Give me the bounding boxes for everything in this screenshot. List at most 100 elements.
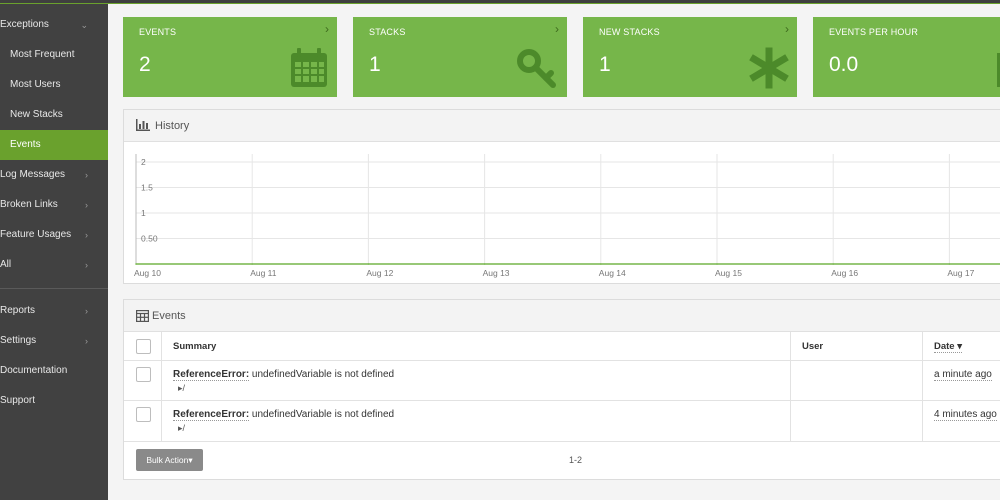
chart-x-tick-label: Aug 11 xyxy=(250,268,277,278)
sidebar-item-log-messages[interactable]: Log Messages › xyxy=(0,160,108,190)
sidebar: Exceptions ⌄ Most Frequent Most Users New… xyxy=(0,4,108,500)
chevron-right-icon: › xyxy=(555,22,559,36)
chevron-right-icon: › xyxy=(85,336,88,346)
chart-x-tick-label: Aug 13 xyxy=(483,268,510,278)
sidebar-item-feature-usages[interactable]: Feature Usages › xyxy=(0,220,108,250)
calendar-icon xyxy=(136,310,149,322)
chart-data-point xyxy=(832,263,834,265)
chart-data-point xyxy=(716,263,718,265)
new-stacks-stat-card[interactable]: NEW STACKS 1 › xyxy=(583,17,797,97)
chart-y-tick-label: 1 xyxy=(141,208,146,218)
chart-x-tick-label: Aug 15 xyxy=(715,268,742,278)
sidebar-item-most-frequent[interactable]: Most Frequent xyxy=(0,40,108,70)
chart-y-tick-label: 1.5 xyxy=(141,183,153,193)
sidebar-item-documentation[interactable]: Documentation xyxy=(0,356,108,386)
sidebar-item-label: Log Messages xyxy=(0,169,66,180)
panel-title: History xyxy=(155,120,190,132)
sidebar-item-settings[interactable]: Settings › xyxy=(0,326,108,356)
history-chart: 2 1.5 1 0.50 Aug 10 Aug 11 Aug 12 Aug 13 Aug 14 A… xyxy=(134,154,1000,278)
chevron-right-icon: › xyxy=(325,22,329,36)
chart-data-point xyxy=(251,263,253,265)
sidebar-item-label: Events xyxy=(10,139,41,150)
chevron-down-icon: ⌄ xyxy=(80,20,88,30)
column-header-summary[interactable]: Summary xyxy=(173,341,216,352)
chevron-right-icon: › xyxy=(85,170,88,180)
event-path-text: / xyxy=(182,383,186,393)
sidebar-item-label: Feature Usages xyxy=(0,229,72,240)
sidebar-divider xyxy=(0,288,108,289)
chart-data-point xyxy=(483,263,486,265)
row-checkbox[interactable] xyxy=(136,407,151,422)
column-header-user[interactable]: User xyxy=(802,341,823,352)
card-title: EVENTS xyxy=(139,27,177,37)
history-panel-header: History xyxy=(124,110,1000,142)
header-divider xyxy=(124,360,1000,361)
sidebar-item-label: Documentation xyxy=(0,365,68,376)
chart-x-tick-label: Aug 17 xyxy=(947,268,974,278)
stacks-stat-card[interactable]: STACKS 1 › xyxy=(353,17,567,97)
card-title: NEW STACKS xyxy=(599,27,660,37)
card-title: STACKS xyxy=(369,27,406,37)
chart-x-tick-label: Aug 16 xyxy=(831,268,858,278)
row-divider xyxy=(124,441,1000,442)
chevron-right-icon: › xyxy=(85,260,88,270)
event-path-text: / xyxy=(182,423,186,433)
top-bar xyxy=(0,0,1000,4)
card-value: 0.0 xyxy=(829,53,859,76)
history-panel: History 2 1.5 1 0.50 Aug 10 Aug 11 Aug 12 Aug 1… xyxy=(123,109,1000,284)
chevron-right-icon: › xyxy=(85,230,88,240)
row-checkbox[interactable] xyxy=(136,367,151,382)
event-path: ▸/ xyxy=(178,383,185,394)
column-divider xyxy=(161,332,162,441)
calendar-icon xyxy=(291,48,327,87)
chart-data-point xyxy=(948,263,951,265)
sidebar-item-broken-links[interactable]: Broken Links › xyxy=(0,190,108,220)
select-all-checkbox[interactable] xyxy=(136,339,151,354)
chevron-right-icon: › xyxy=(85,200,88,210)
sidebar-item-exceptions[interactable]: Exceptions ⌄ xyxy=(0,10,108,40)
sidebar-item-label: Broken Links xyxy=(0,199,58,210)
column-header-date[interactable]: Date ▾ xyxy=(934,341,963,353)
card-value: 2 xyxy=(139,53,151,76)
sort-desc-icon: ▾ xyxy=(957,341,963,352)
event-summary-link[interactable]: ReferenceError: undefinedVariable is not… xyxy=(173,369,394,381)
event-date[interactable]: 4 minutes ago xyxy=(934,409,997,421)
card-value: 1 xyxy=(599,53,611,76)
chart-x-tick-label: Aug 10 xyxy=(134,268,161,278)
events-per-hour-stat-card[interactable]: EVENTS PER HOUR 0.0 › xyxy=(813,17,1000,97)
events-stat-card[interactable]: EVENTS 2 › xyxy=(123,17,337,97)
chart-data-point xyxy=(600,263,602,265)
sidebar-item-support[interactable]: Support xyxy=(0,386,108,416)
event-date[interactable]: a minute ago xyxy=(934,369,992,381)
event-path: ▸/ xyxy=(178,423,185,434)
row-divider xyxy=(124,400,1000,401)
sidebar-item-events[interactable]: Events xyxy=(0,130,108,160)
event-summary-link[interactable]: ReferenceError: undefinedVariable is not… xyxy=(173,409,395,421)
sidebar-item-most-users[interactable]: Most Users xyxy=(0,70,108,100)
chevron-right-icon: › xyxy=(85,306,88,316)
chart-data-point xyxy=(135,263,137,265)
chart-y-tick-label: 0.50 xyxy=(141,234,158,244)
sidebar-item-label: All xyxy=(0,259,12,270)
column-divider xyxy=(922,332,923,441)
sidebar-item-reports[interactable]: Reports › xyxy=(0,296,108,326)
sidebar-item-label: Support xyxy=(0,395,36,406)
error-type: ReferenceError: xyxy=(173,369,250,381)
sidebar-item-all[interactable]: All › xyxy=(0,250,108,280)
key-icon xyxy=(517,49,556,88)
bar-chart-icon xyxy=(136,119,150,131)
column-divider xyxy=(790,332,791,441)
sidebar-item-new-stacks[interactable]: New Stacks xyxy=(0,100,108,130)
card-title: EVENTS PER HOUR xyxy=(829,27,919,37)
bulk-action-button[interactable]: Bulk Action▾ xyxy=(136,449,203,471)
sidebar-item-label: Exceptions xyxy=(0,19,49,30)
sidebar-item-label: Most Frequent xyxy=(10,49,75,60)
error-type: ReferenceError: xyxy=(173,409,250,421)
panel-title: Events xyxy=(152,310,186,322)
bulk-action-label: Bulk Action xyxy=(146,455,189,465)
sidebar-item-label: Most Users xyxy=(10,79,61,90)
error-message: undefinedVariable is not defined xyxy=(249,409,395,420)
events-panel: Events Summary User Date ▾ ReferenceErro… xyxy=(123,299,1000,480)
chart-data-point xyxy=(367,263,370,265)
sidebar-item-label: New Stacks xyxy=(10,109,63,120)
